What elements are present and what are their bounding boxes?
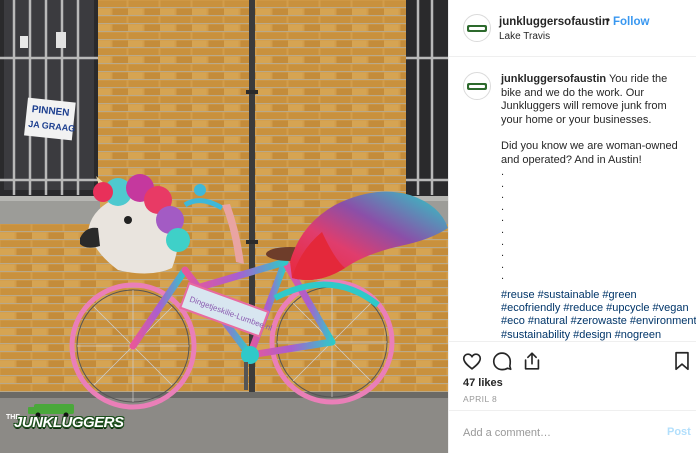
hashtag[interactable]: #nogreen	[615, 329, 662, 341]
logo-wordmark: JUNKLUGGERS	[14, 414, 124, 431]
avatar[interactable]	[463, 14, 491, 42]
header-separator: •	[606, 15, 611, 27]
post-date: APRIL 8	[463, 394, 498, 404]
hashtag[interactable]: #sustainability	[501, 329, 570, 341]
caption-username[interactable]: junkluggersofaustin	[501, 73, 606, 85]
caption-dots: . . . . . . . . . .	[501, 166, 505, 283]
share-icon[interactable]	[521, 350, 543, 372]
hashtag[interactable]: #reduce	[563, 302, 603, 314]
post-sidebar: junkluggersofaustin • Follow Lake Travis…	[448, 0, 696, 453]
location-link[interactable]: Lake Travis	[499, 31, 550, 42]
header-username[interactable]: junkluggersofaustin	[499, 16, 609, 28]
hashtag[interactable]: #eco	[501, 315, 525, 327]
action-bar: 47 likes APRIL 8	[449, 341, 696, 409]
comment-input[interactable]	[463, 424, 643, 441]
hashtag[interactable]: #environment	[630, 315, 696, 327]
hashtag[interactable]: #vegan	[653, 302, 689, 314]
caption-avatar[interactable]	[463, 72, 491, 100]
hashtag[interactable]: #natural	[528, 315, 568, 327]
hashtag[interactable]: #design	[573, 329, 612, 341]
post-photo[interactable]: PINNEN JA GRAAG Dingetjeskilie-Lumbee nl…	[0, 0, 448, 453]
comment-box: Post	[449, 410, 696, 453]
caption-body-2: Did you know we are woman-owned and oper…	[501, 140, 678, 166]
hashtag-list: #reuse #sustainable #green #ecofriendly #re…	[501, 289, 696, 341]
hashtag[interactable]: #green	[602, 289, 636, 301]
junkluggers-logo: THE JUNKLUGGERS	[6, 402, 124, 444]
caption-area: junkluggersofaustin You ride the bike an…	[449, 58, 696, 341]
comment-icon[interactable]	[491, 350, 513, 372]
hashtag[interactable]: #upcycle	[606, 302, 649, 314]
post-header: junkluggersofaustin • Follow Lake Travis	[449, 0, 696, 57]
like-count[interactable]: 47 likes	[463, 377, 503, 389]
follow-button[interactable]: Follow	[613, 16, 649, 28]
hashtag[interactable]: #reuse	[501, 289, 535, 301]
heart-icon[interactable]	[461, 350, 483, 372]
caption-text: junkluggersofaustin You ride the bike an…	[501, 73, 696, 341]
photo-illustration: PINNEN JA GRAAG Dingetjeskilie-Lumbee nl	[0, 0, 448, 453]
post-button[interactable]: Post	[667, 426, 691, 438]
hashtag[interactable]: #ecofriendly	[501, 302, 560, 314]
hashtag[interactable]: #sustainable	[538, 289, 600, 301]
hashtag[interactable]: #zerowaste	[571, 315, 627, 327]
bookmark-icon[interactable]	[671, 350, 693, 372]
